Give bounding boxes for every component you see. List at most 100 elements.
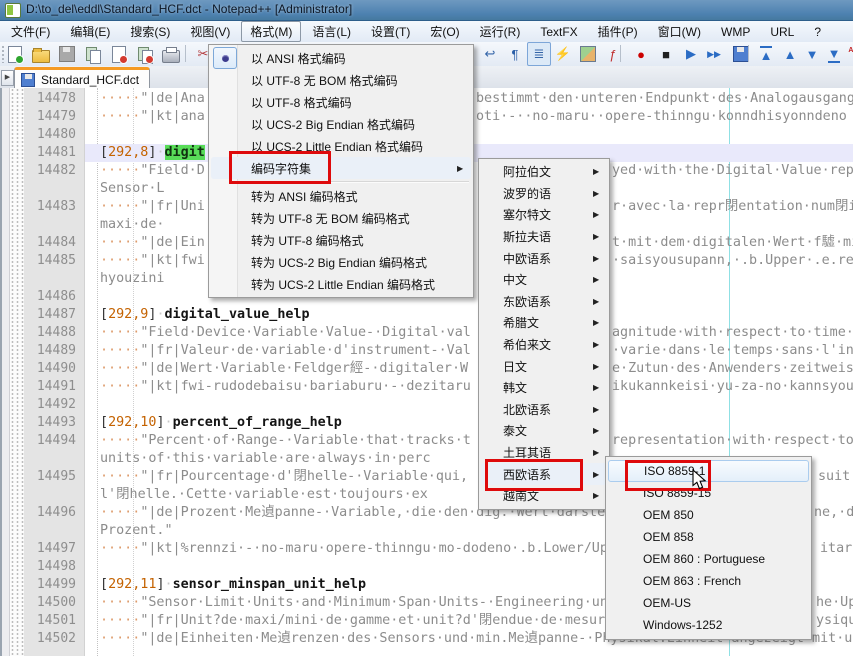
menu-item--[interactable]: 韩文▶ bbox=[481, 377, 607, 399]
code-segment: itarut bbox=[820, 540, 853, 558]
menubar-item[interactable]: WMP bbox=[712, 23, 759, 41]
menu-item--ansi-[interactable]: 转为 ANSI 编码格式 bbox=[211, 185, 471, 207]
code-segment: ·····"|fr|Pourcentage·d'閉helle-·Variable… bbox=[100, 468, 468, 486]
menu-item--[interactable]: 阿拉伯文▶ bbox=[481, 161, 607, 183]
menu-item-label: 中欧语系 bbox=[503, 250, 551, 267]
tab-scroll-button[interactable]: ▶ bbox=[1, 70, 14, 86]
new-file-icon[interactable] bbox=[4, 43, 26, 65]
menu-item--[interactable]: 斯拉夫语▶ bbox=[481, 226, 607, 248]
macro-run-multiple-icon[interactable]: ▶▶ bbox=[703, 43, 725, 65]
code-token: "|kt|fwi bbox=[140, 253, 205, 268]
menu-item-oem-850[interactable]: OEM 850 bbox=[608, 504, 809, 526]
menu-item--[interactable]: 日文▶ bbox=[481, 355, 607, 377]
nav-prev-icon[interactable]: ▲ bbox=[779, 43, 801, 65]
word-wrap-icon: ↩ bbox=[485, 46, 496, 62]
code-segment: ikukannkeisi·yu-za-no·kannsyour bbox=[612, 378, 853, 396]
menu-item--[interactable]: 北欧语系▶ bbox=[481, 399, 607, 421]
menubar-item[interactable]: URL bbox=[761, 23, 803, 41]
indent-guide-icon[interactable]: ≣ bbox=[527, 42, 551, 66]
code-line[interactable]: 14490·····"|de|Wert·Variable·Feldger經-·d… bbox=[0, 360, 853, 378]
code-token: ····· bbox=[100, 235, 140, 250]
menu-item--ucs-2-big-endian-[interactable]: 以 UCS-2 Big Endian 格式编码 bbox=[211, 113, 471, 135]
line-number: 14495 bbox=[24, 468, 76, 486]
code-line[interactable]: 14493[292,10]·percent_of_range_help bbox=[0, 414, 853, 432]
menubar-item[interactable]: 插件(P) bbox=[589, 21, 647, 42]
menubar-item[interactable]: 宏(O) bbox=[421, 21, 468, 42]
menubar-item[interactable]: 搜索(S) bbox=[121, 21, 179, 42]
code-segment: ·····"|kt|fwi bbox=[100, 252, 205, 270]
menubar-item[interactable]: 窗口(W) bbox=[649, 21, 710, 42]
menu-item--[interactable]: 希腊文▶ bbox=[481, 312, 607, 334]
code-line[interactable]: 14488·····"Field·Device·Variable·Value-·… bbox=[0, 324, 853, 342]
code-token: ] bbox=[156, 415, 164, 430]
menubar-item[interactable]: 设置(T) bbox=[362, 21, 419, 42]
word-wrap-icon[interactable]: ↩ bbox=[479, 43, 501, 65]
menu-item-oem-860-portuguese[interactable]: OEM 860 : Portuguese bbox=[608, 548, 809, 570]
code-segment: units·of·this·variable·are·always·in·per… bbox=[100, 450, 431, 468]
code-token: 292,9 bbox=[108, 307, 148, 322]
macro-stop-icon[interactable]: ■ bbox=[655, 43, 677, 65]
menu-item-windows-1252[interactable]: Windows-1252 bbox=[608, 614, 809, 636]
menubar-item[interactable]: 文件(F) bbox=[2, 21, 59, 42]
tab-standard-hcf[interactable]: Standard_HCF.dct bbox=[14, 67, 150, 90]
menu-item--[interactable]: 塞尔特文▶ bbox=[481, 204, 607, 226]
menubar-item[interactable]: TextFX bbox=[531, 23, 586, 41]
menu-item--[interactable]: 泰文▶ bbox=[481, 420, 607, 442]
save-all-icon[interactable] bbox=[82, 43, 104, 65]
code-token: "|kt|ana bbox=[140, 109, 205, 124]
menu-item--[interactable]: 中欧语系▶ bbox=[481, 247, 607, 269]
menubar-item[interactable]: 视图(V) bbox=[181, 21, 239, 42]
menubar-item[interactable]: 编辑(E) bbox=[61, 21, 119, 42]
code-token: · bbox=[156, 145, 164, 160]
menu-item--utf-8-[interactable]: 转为 UTF-8 编码格式 bbox=[211, 229, 471, 251]
menu-item--ansi-[interactable]: 以 ANSI 格式编码 bbox=[211, 47, 471, 69]
menubar-item[interactable]: 运行(R) bbox=[471, 21, 530, 42]
nav-first-icon[interactable]: ▲ bbox=[755, 43, 777, 65]
menubar-item[interactable]: 语言(L) bbox=[303, 21, 360, 42]
code-token: ikukannkeisi·yu-za-no·kannsyour bbox=[612, 379, 853, 394]
code-line[interactable]: 14492 bbox=[0, 396, 853, 414]
save-file-icon[interactable] bbox=[56, 43, 78, 65]
menu-item-oem-us[interactable]: OEM-US bbox=[608, 592, 809, 614]
spell-check-icon[interactable]: ABC✓ bbox=[845, 43, 853, 65]
menu-item--[interactable]: 东欧语系▶ bbox=[481, 291, 607, 313]
menu-item-oem-858[interactable]: OEM 858 bbox=[608, 526, 809, 548]
menu-item-label: 转为 ANSI 编码格式 bbox=[251, 188, 358, 205]
submenu-arrow-icon: ▶ bbox=[593, 297, 599, 306]
menu-item--utf-8-bom-[interactable]: 转为 UTF-8 无 BOM 编码格式 bbox=[211, 207, 471, 229]
show-all-characters-icon[interactable]: ¶ bbox=[504, 43, 526, 65]
menu-item--[interactable]: 波罗的语▶ bbox=[481, 183, 607, 205]
open-file-icon bbox=[32, 50, 50, 63]
close-file-icon[interactable] bbox=[108, 43, 130, 65]
menubar-item[interactable]: 格式(M) bbox=[241, 21, 301, 42]
line-number: 14478 bbox=[24, 90, 76, 108]
menu-item--ucs-2-big-endian-[interactable]: 转为 UCS-2 Big Endian 编码格式 bbox=[211, 251, 471, 273]
nav-next-icon[interactable]: ▼ bbox=[801, 43, 823, 65]
menu-item--utf-8-bom-[interactable]: 以 UTF-8 无 BOM 格式编码 bbox=[211, 69, 471, 91]
nav-last-icon[interactable]: ▼ bbox=[823, 43, 845, 65]
line-number: 14483 bbox=[24, 198, 76, 216]
open-file-icon[interactable] bbox=[30, 43, 52, 65]
menubar-item[interactable]: ? bbox=[805, 23, 830, 41]
code-line[interactable]: 14494·····"Percent·of·Range-·Variable·th… bbox=[0, 432, 853, 450]
print-icon[interactable] bbox=[160, 43, 182, 65]
menu-bar: 文件(F)编辑(E)搜索(S)视图(V)格式(M)语言(L)设置(T)宏(O)运… bbox=[0, 21, 853, 43]
code-segment: t·mit·dem·digitalen·Wert·f驉·mi bbox=[612, 234, 853, 252]
menu-item-label: 日文 bbox=[503, 358, 527, 375]
close-all-icon[interactable] bbox=[134, 43, 156, 65]
sync-scroll-icon[interactable]: ⚡ bbox=[552, 43, 574, 65]
code-segment: ne,·di bbox=[814, 504, 853, 522]
macro-record-icon[interactable]: ● bbox=[630, 43, 652, 65]
menu-item-label: 中文 bbox=[503, 271, 527, 288]
title-bar[interactable]: D:\to_del\eddl\Standard_HCF.dct - Notepa… bbox=[0, 0, 853, 21]
code-line[interactable]: 14489·····"|fr|Valeur·de·variable·d'inst… bbox=[0, 342, 853, 360]
macro-play-icon[interactable]: ▶ bbox=[680, 43, 702, 65]
menu-item--ucs-2-little-endian-[interactable]: 转为 UCS-2 Little Endian 编码格式 bbox=[211, 273, 471, 295]
menu-item-oem-863-french[interactable]: OEM 863 : French bbox=[608, 570, 809, 592]
code-line[interactable]: 14487[292,9]·digital_value_help bbox=[0, 306, 853, 324]
code-line[interactable]: 14491·····"|kt|fwi-rudodebaisu·bariaburu… bbox=[0, 378, 853, 396]
menu-item--[interactable]: 希伯来文▶ bbox=[481, 334, 607, 356]
menu-item--utf-8-[interactable]: 以 UTF-8 格式编码 bbox=[211, 91, 471, 113]
menu-item--[interactable]: 中文▶ bbox=[481, 269, 607, 291]
document-map-icon[interactable] bbox=[577, 43, 599, 65]
